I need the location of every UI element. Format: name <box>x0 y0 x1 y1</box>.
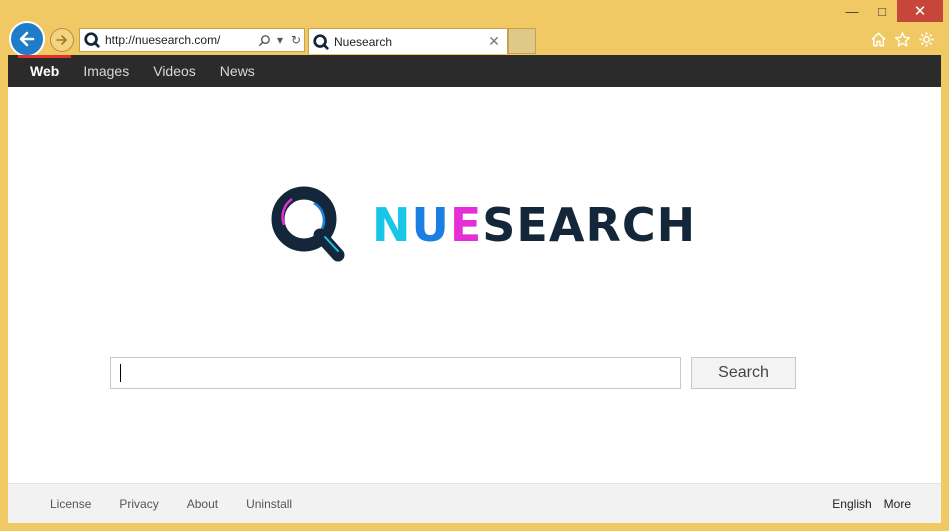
top-nav: Web Images Videos News <box>8 55 941 87</box>
tab-favicon-icon <box>313 33 329 50</box>
tab-close-icon[interactable]: ✕ <box>485 33 503 50</box>
nav-tab-news[interactable]: News <box>208 55 267 87</box>
arrow-left-icon <box>19 31 35 47</box>
footer-more-link[interactable]: More <box>884 497 911 511</box>
minimize-icon[interactable]: — <box>837 0 867 22</box>
forward-button[interactable] <box>50 28 74 52</box>
refresh-icon[interactable]: ↻ <box>288 32 304 48</box>
footer-link-privacy[interactable]: Privacy <box>119 497 158 511</box>
language-selector[interactable]: English <box>832 497 871 511</box>
text-caret <box>120 364 121 382</box>
search-button[interactable]: Search <box>691 357 796 389</box>
address-url[interactable]: http://nuesearch.com/ <box>105 33 256 47</box>
browser-tab[interactable]: Nuesearch ✕ <box>308 28 508 54</box>
browser-chrome: — □ ✕ http://nuesearch.com/ ▾ ↻ Nuesearc… <box>0 0 949 57</box>
logo-wordmark: NUESEARCH <box>372 198 696 252</box>
site-favicon-icon <box>84 32 100 48</box>
logo-letter-n: N <box>372 198 412 252</box>
footer-link-uninstall[interactable]: Uninstall <box>246 497 292 511</box>
footer: License Privacy About Uninstall English … <box>8 483 941 523</box>
logo-letter-u: U <box>411 198 450 252</box>
search-icon[interactable] <box>256 32 272 48</box>
home-icon[interactable] <box>869 30 887 48</box>
nav-tab-web[interactable]: Web <box>18 55 72 87</box>
site-logo: NUESEARCH <box>270 185 696 265</box>
gear-icon[interactable] <box>917 30 935 48</box>
footer-right: English More <box>832 484 911 523</box>
close-icon[interactable]: ✕ <box>897 0 943 22</box>
page-viewport: Web Images Videos News NUESEARCH Search … <box>8 55 941 523</box>
footer-links: License Privacy About Uninstall <box>50 484 292 523</box>
nav-tab-videos[interactable]: Videos <box>141 55 208 87</box>
logo-letter-e: E <box>449 198 483 252</box>
footer-link-license[interactable]: License <box>50 497 91 511</box>
back-button[interactable] <box>9 21 45 57</box>
chevron-down-icon[interactable]: ▾ <box>272 32 288 48</box>
logo-letters-search: SEARCH <box>482 198 697 252</box>
arrow-right-icon <box>56 35 67 45</box>
footer-link-about[interactable]: About <box>187 497 218 511</box>
magnifier-logo-icon <box>271 186 345 262</box>
search-input[interactable] <box>110 357 681 389</box>
star-icon[interactable] <box>893 30 911 48</box>
tab-title: Nuesearch <box>334 34 393 49</box>
new-tab-button[interactable] <box>508 28 536 54</box>
maximize-icon[interactable]: □ <box>867 0 897 22</box>
browser-tools <box>869 30 935 48</box>
address-bar[interactable]: http://nuesearch.com/ ▾ ↻ <box>79 28 305 52</box>
window-controls: — □ ✕ <box>837 0 943 22</box>
nav-tab-images[interactable]: Images <box>71 55 141 87</box>
